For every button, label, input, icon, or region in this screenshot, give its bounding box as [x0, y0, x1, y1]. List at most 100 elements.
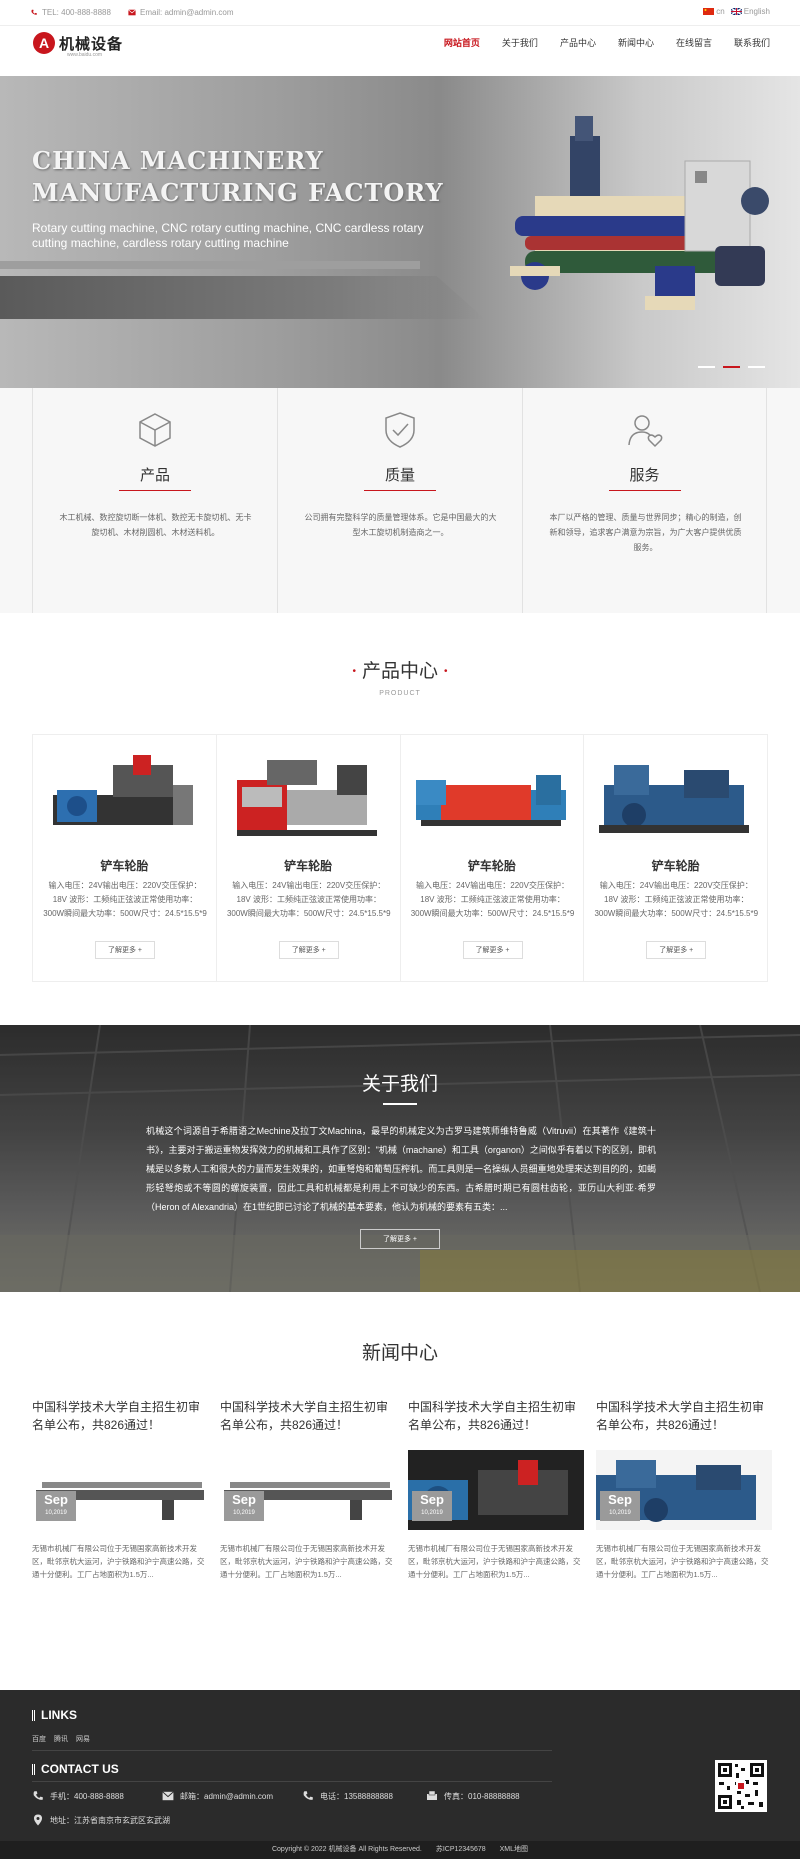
china-flag-icon	[703, 8, 715, 16]
about-more-button[interactable]: 了解更多 +	[360, 1229, 440, 1249]
news-date-badge: Sep 10,2019	[600, 1491, 640, 1521]
footer-link[interactable]: 腾讯	[54, 1734, 68, 1744]
logo-mark: A	[33, 32, 55, 54]
nav-news[interactable]: 新闻中心	[618, 36, 654, 49]
product-image	[599, 765, 750, 833]
news-card[interactable]: 中国科学技术大学自主招生初审名单公布，共826通过！ Sep 10,2019 无锡…	[408, 1398, 584, 1579]
news-year: 10,2019	[45, 1510, 67, 1516]
product-name: 铲车轮胎	[467, 859, 516, 873]
feature-title: 服务	[629, 467, 660, 484]
product-card[interactable]: 铲车轮胎 输入电压：24V输出电压：220V交压保护：18V 波形：工频纯正弦波…	[33, 735, 217, 981]
title-dot: •	[444, 666, 448, 678]
lang-cn-label: cn	[716, 7, 725, 16]
news-month: Sep	[44, 1492, 68, 1507]
feature-card-service: 服务 本厂以严格的管理、质量与世界同步；精心的制造，创新和领导，追求客户满意为宗…	[522, 388, 767, 613]
feature-underline	[119, 490, 191, 491]
language-switch: cn English	[703, 7, 770, 16]
footer-email-text: 邮箱：admin@admin.com	[180, 1791, 274, 1801]
mail-icon	[162, 1791, 174, 1801]
product-image	[415, 775, 566, 826]
product-desc: 输入电压：24V输出电压：220V交压保护：18V 波形：工频纯正弦波正常使用功…	[594, 881, 759, 918]
logo[interactable]: A 机械设备 www.baidu.com	[33, 32, 124, 58]
product-desc: 输入电压：24V输出电压：220V交压保护：18V 波形：工频纯正弦波正常使用功…	[43, 881, 207, 918]
hero-subtitle-line1: Rotary cutting machine, CNC rotary cutti…	[32, 221, 424, 235]
nav-about[interactable]: 关于我们	[502, 36, 538, 49]
footer-divider	[32, 1750, 552, 1751]
news-summary: 无锡市机械厂有限公司位于无锡国家高新技术开发区，毗邻京杭大运河，沪宁铁路和沪宁高…	[408, 1544, 581, 1579]
nav-message[interactable]: 在线留言	[676, 36, 712, 49]
product-card[interactable]: 铲车轮胎 输入电压：24V输出电压：220V交压保护：18V 波形：工频纯正弦波…	[584, 735, 767, 981]
footer-tel: 电话：13588888888	[302, 1790, 393, 1802]
footer-links-title: LINKS	[32, 1709, 77, 1721]
news-card[interactable]: 中国科学技术大学自主招生初审名单公布，共826通过！ Sep 10,2019 无锡…	[32, 1398, 208, 1579]
logo-name: 机械设备	[59, 35, 124, 53]
hero-subtitle-line2: cutting machine, cardless rotary cutting…	[32, 236, 289, 250]
product-card[interactable]: 铲车轮胎 输入电压：24V输出电压：220V交压保护：18V 波形：工频纯正弦波…	[401, 735, 585, 981]
footer-phone-text: 手机：400-888-8888	[50, 1791, 124, 1801]
icp-link[interactable]: 苏ICP12345678	[436, 1846, 486, 1853]
product-more-button[interactable]: 了解更多 +	[95, 941, 155, 959]
footer-divider	[32, 1781, 552, 1782]
news-summary: 无锡市机械厂有限公司位于无锡国家高新技术开发区，毗邻京杭大运河，沪宁铁路和沪宁高…	[220, 1544, 393, 1579]
nav-home[interactable]: 网站首页	[444, 36, 480, 49]
xml-sitemap-link[interactable]: XML地图	[500, 1846, 528, 1853]
feature-desc: 公司拥有完整科学的质量管理体系。它是中国最大的大型木工旋切机制造商之一。	[304, 513, 497, 537]
top-email-text: Email: admin@admin.com	[140, 8, 234, 17]
feature-desc: 木工机械、数控旋切断一体机、数控无卡旋切机、无卡旋切机、木材削圆机、木材送料机。	[59, 513, 252, 537]
news-date-badge: Sep 10,2019	[224, 1491, 264, 1521]
slider-dot[interactable]	[698, 366, 715, 368]
product-more-button[interactable]: 了解更多 +	[462, 941, 523, 959]
telephone-icon	[303, 1791, 313, 1800]
news-year: 10,2019	[421, 1510, 443, 1516]
nav-contact[interactable]: 联系我们	[734, 36, 770, 49]
slider-dot-active[interactable]	[723, 366, 740, 368]
copyright-bar: Copyright © 2022 机械设备 All Rights Reserve…	[0, 1841, 800, 1859]
product-more-button[interactable]: 了解更多 +	[278, 941, 339, 959]
news-summary: 无锡市机械厂有限公司位于无锡国家高新技术开发区，毗邻京杭大运河，沪宁铁路和沪宁高…	[32, 1544, 205, 1579]
slider-dot[interactable]	[748, 366, 765, 368]
news-headline[interactable]: 中国科学技术大学自主招生初审名单公布，共826通过！	[32, 1398, 208, 1438]
news-title: 新闻中心	[361, 1343, 438, 1364]
slider-dots	[698, 366, 765, 368]
news-headline[interactable]: 中国科学技术大学自主招生初审名单公布，共826通过！	[408, 1398, 584, 1438]
feature-card-product: 产品 木工机械、数控旋切断一体机、数控无卡旋切机、无卡旋切机、木材削圆机、木材送…	[32, 388, 277, 613]
news-headline[interactable]: 中国科学技术大学自主招生初审名单公布，共826通过！	[596, 1398, 772, 1438]
product-name: 铲车轮胎	[100, 859, 149, 873]
shield-check-icon	[385, 412, 415, 448]
news-headline[interactable]: 中国科学技术大学自主招生初审名单公布，共826通过！	[220, 1398, 396, 1438]
feature-underline	[364, 490, 436, 491]
title-dot: •	[352, 666, 356, 678]
hero-band	[0, 276, 485, 319]
hero-title-line2: MANUFACTURING FACTORY	[32, 178, 444, 207]
about-section: 关于我们 机械这个词源自于希腊语之Mechine及拉丁文Machina，最早的机…	[0, 1025, 800, 1292]
footer-link[interactable]: 网易	[76, 1734, 90, 1744]
hero-banner: CHINA MACHINERY MANUFACTURING FACTORY Ro…	[0, 76, 800, 388]
footer-link[interactable]: 百度	[32, 1734, 46, 1744]
product-name: 铲车轮胎	[651, 859, 700, 873]
news-month: Sep	[420, 1492, 444, 1507]
nav-products[interactable]: 产品中心	[560, 36, 596, 49]
product-card[interactable]: 铲车轮胎 输入电压：24V输出电压：220V交压保护：18V 波形：工频纯正弦波…	[217, 735, 401, 981]
top-phone: TEL: 400-888-8888	[30, 8, 111, 17]
footer-phone: 手机：400-888-8888	[32, 1790, 124, 1802]
uk-flag-icon	[730, 8, 742, 16]
news-card[interactable]: 中国科学技术大学自主招生初审名单公布，共826通过！ Sep 10,2019 无锡…	[596, 1398, 772, 1579]
footer-email: 邮箱：admin@admin.com	[162, 1790, 273, 1802]
cube-icon	[139, 413, 171, 447]
lang-en-label: English	[743, 7, 770, 16]
feature-underline	[609, 490, 681, 491]
feature-desc: 本厂以严格的管理、质量与世界同步；精心的制造，创新和领导，追求客户满意为宗旨，为…	[549, 513, 742, 552]
feature-card-quality: 质量 公司拥有完整科学的质量管理体系。它是中国最大的大型木工旋切机制造商之一。	[277, 388, 522, 613]
product-image	[236, 760, 377, 836]
qr-code-image	[715, 1760, 767, 1812]
products-subtitle: PRODUCT	[379, 690, 421, 697]
header: A 机械设备 www.baidu.com 网站首页 关于我们 产品中心 新闻中心…	[0, 26, 800, 76]
lang-en[interactable]: English	[730, 7, 770, 16]
news-date-badge: Sep 10,2019	[36, 1491, 76, 1521]
footer-contact-title: CONTACT US	[32, 1763, 119, 1775]
news-card[interactable]: 中国科学技术大学自主招生初审名单公布，共826通过！ Sep 10,2019 无锡…	[220, 1398, 396, 1579]
lang-cn[interactable]: cn	[703, 7, 725, 16]
product-more-button[interactable]: 了解更多 +	[646, 941, 707, 959]
footer-fax: 传真：010-88888888	[426, 1790, 520, 1802]
feature-title: 产品	[139, 467, 170, 484]
